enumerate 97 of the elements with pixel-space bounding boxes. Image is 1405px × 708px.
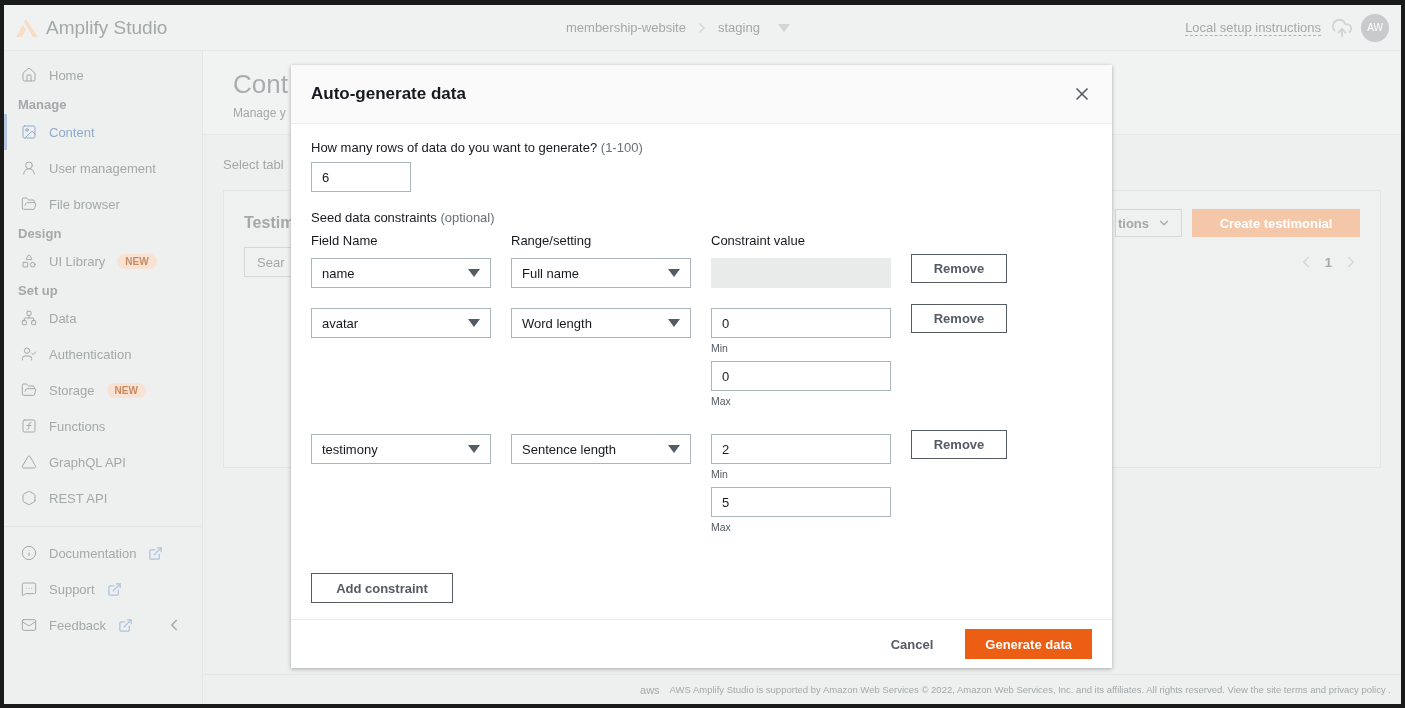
network-icon [21,310,37,326]
footer-text: AWS Amplify Studio is supported by Amazon Web Services © 2022, Amazon Web Services, Inc. and its affiliates. All rights reserved. View the site terms and privacy policy . [669,684,1391,695]
sidebar-item[interactable]: Authentication [4,336,202,372]
caret-icon [468,445,480,453]
function-icon [21,418,37,434]
home-icon [21,67,37,83]
sidebar-item[interactable]: Home [4,57,202,93]
min-input-field[interactable]: 2 [711,434,891,464]
caret-icon [468,319,480,327]
min-label: Min [711,342,729,354]
actions-button[interactable]: tions [1114,209,1182,237]
page-title: Cont [233,69,288,100]
sidebar-item-label: UI Library [49,253,106,269]
sidebar-heading: Design [17,225,63,243]
cloud-upload-icon[interactable] [1331,16,1353,39]
sidebar-item-label: User management [49,160,156,176]
sidebar-item-label: Home [49,67,84,83]
select-table-label: Select tabl [223,157,284,172]
max-label: Max [711,521,732,533]
caret-icon [668,269,680,277]
sidebar-item[interactable]: REST API [4,480,202,516]
field-select[interactable]: avatar [311,308,491,338]
field-select[interactable]: testimony [311,434,491,464]
new-badge: NEW [117,253,157,269]
max-input-field[interactable]: 0 [711,361,891,391]
sidebar-item-label: Authentication [49,346,132,362]
sidebar-item[interactable]: GraphQL API [4,444,202,480]
max-label: Max [711,395,732,407]
setting-select[interactable]: Sentence length [511,434,691,464]
sidebar-item-label: Functions [49,418,106,434]
min-input-field[interactable]: 0 [711,308,891,338]
sidebar-item[interactable]: Storage NEW [4,372,202,408]
folder-icon [21,196,37,212]
caret-icon [668,445,680,453]
triangle-icon [21,454,37,470]
aws-logo: aws [640,683,660,696]
new-badge: NEW [106,382,146,398]
create-button[interactable]: Create testimonial [1192,209,1360,237]
sidebar-item[interactable]: User management [4,150,202,186]
column-heading: Range/setting [511,233,593,250]
mail-icon [21,617,37,633]
app-title: Amplify Studio [46,16,169,39]
sidebar-item-label: Storage [49,382,95,398]
external-link-icon [148,545,164,561]
hexagon-icon [21,490,37,506]
caret-icon[interactable] [777,23,790,32]
max-input-field[interactable]: 5 [711,487,891,517]
dialog-title: Auto-generate data [311,84,466,104]
add-constraint-button[interactable]: Add constraint [311,573,453,603]
setting-select[interactable]: Full name [511,258,691,288]
rows-input-field[interactable]: 6 [311,162,411,192]
cancel-button[interactable]: Cancel [874,629,950,659]
sidebar-item-label: Data [49,310,77,326]
min-label: Min [711,468,729,480]
sidebar-item[interactable]: Documentation [4,535,202,571]
sidebar-item[interactable]: Data [4,300,202,336]
sidebar-item-label: GraphQL API [49,454,126,470]
sidebar-item[interactable]: Functions [4,408,202,444]
generate-data-button[interactable]: Generate data [965,629,1092,659]
setup-instructions-link[interactable]: Local setup instructions [1185,19,1321,36]
external-link-icon [106,581,122,597]
sidebar-item-label: Documentation [49,545,137,561]
sidebar-item-label: Feedback [49,617,107,633]
chat-icon [21,581,37,597]
breadcrumb-item[interactable]: staging [717,20,760,35]
sidebar-heading: Manage [17,96,68,114]
remove-button[interactable]: Remove [911,430,1007,459]
column-heading: Field Name [311,233,379,250]
logo-icon [16,18,38,37]
user-check-icon [21,346,37,362]
column-heading: Constraint value [711,233,806,250]
breadcrumb-item[interactable]: membership-website [566,20,686,35]
sidebar-item-label: Content [49,124,95,140]
folder-icon [21,382,37,398]
rows-label: How many rows of data do you want to generate? (1-100) [311,140,644,155]
external-link-icon [118,617,134,633]
shapes-icon [21,253,37,269]
sidebar-item-label: REST API [49,490,108,506]
page-subtitle: Manage y [233,106,286,120]
caret-icon [468,269,480,277]
info-icon [21,545,37,561]
remove-button[interactable]: Remove [911,254,1007,283]
sidebar-item-label: File browser [49,196,120,212]
sidebar-item-label: Support [49,581,95,597]
constraints-label: Seed data constraints (optional) [311,210,496,225]
sidebar-heading: Set up [17,282,59,300]
sidebar-item[interactable]: File browser [4,186,202,222]
setting-select[interactable]: Word length [511,308,691,338]
user-icon [21,160,37,176]
page-number[interactable]: 1 [1324,254,1332,270]
image-icon [21,124,37,140]
caret-icon [668,319,680,327]
sidebar-item[interactable]: Support [4,571,202,607]
field-select[interactable]: name [311,258,491,288]
sidebar-item[interactable]: UI Library NEW [4,243,202,279]
sidebar-item[interactable]: Feedback [4,607,202,643]
remove-button[interactable]: Remove [911,304,1007,333]
